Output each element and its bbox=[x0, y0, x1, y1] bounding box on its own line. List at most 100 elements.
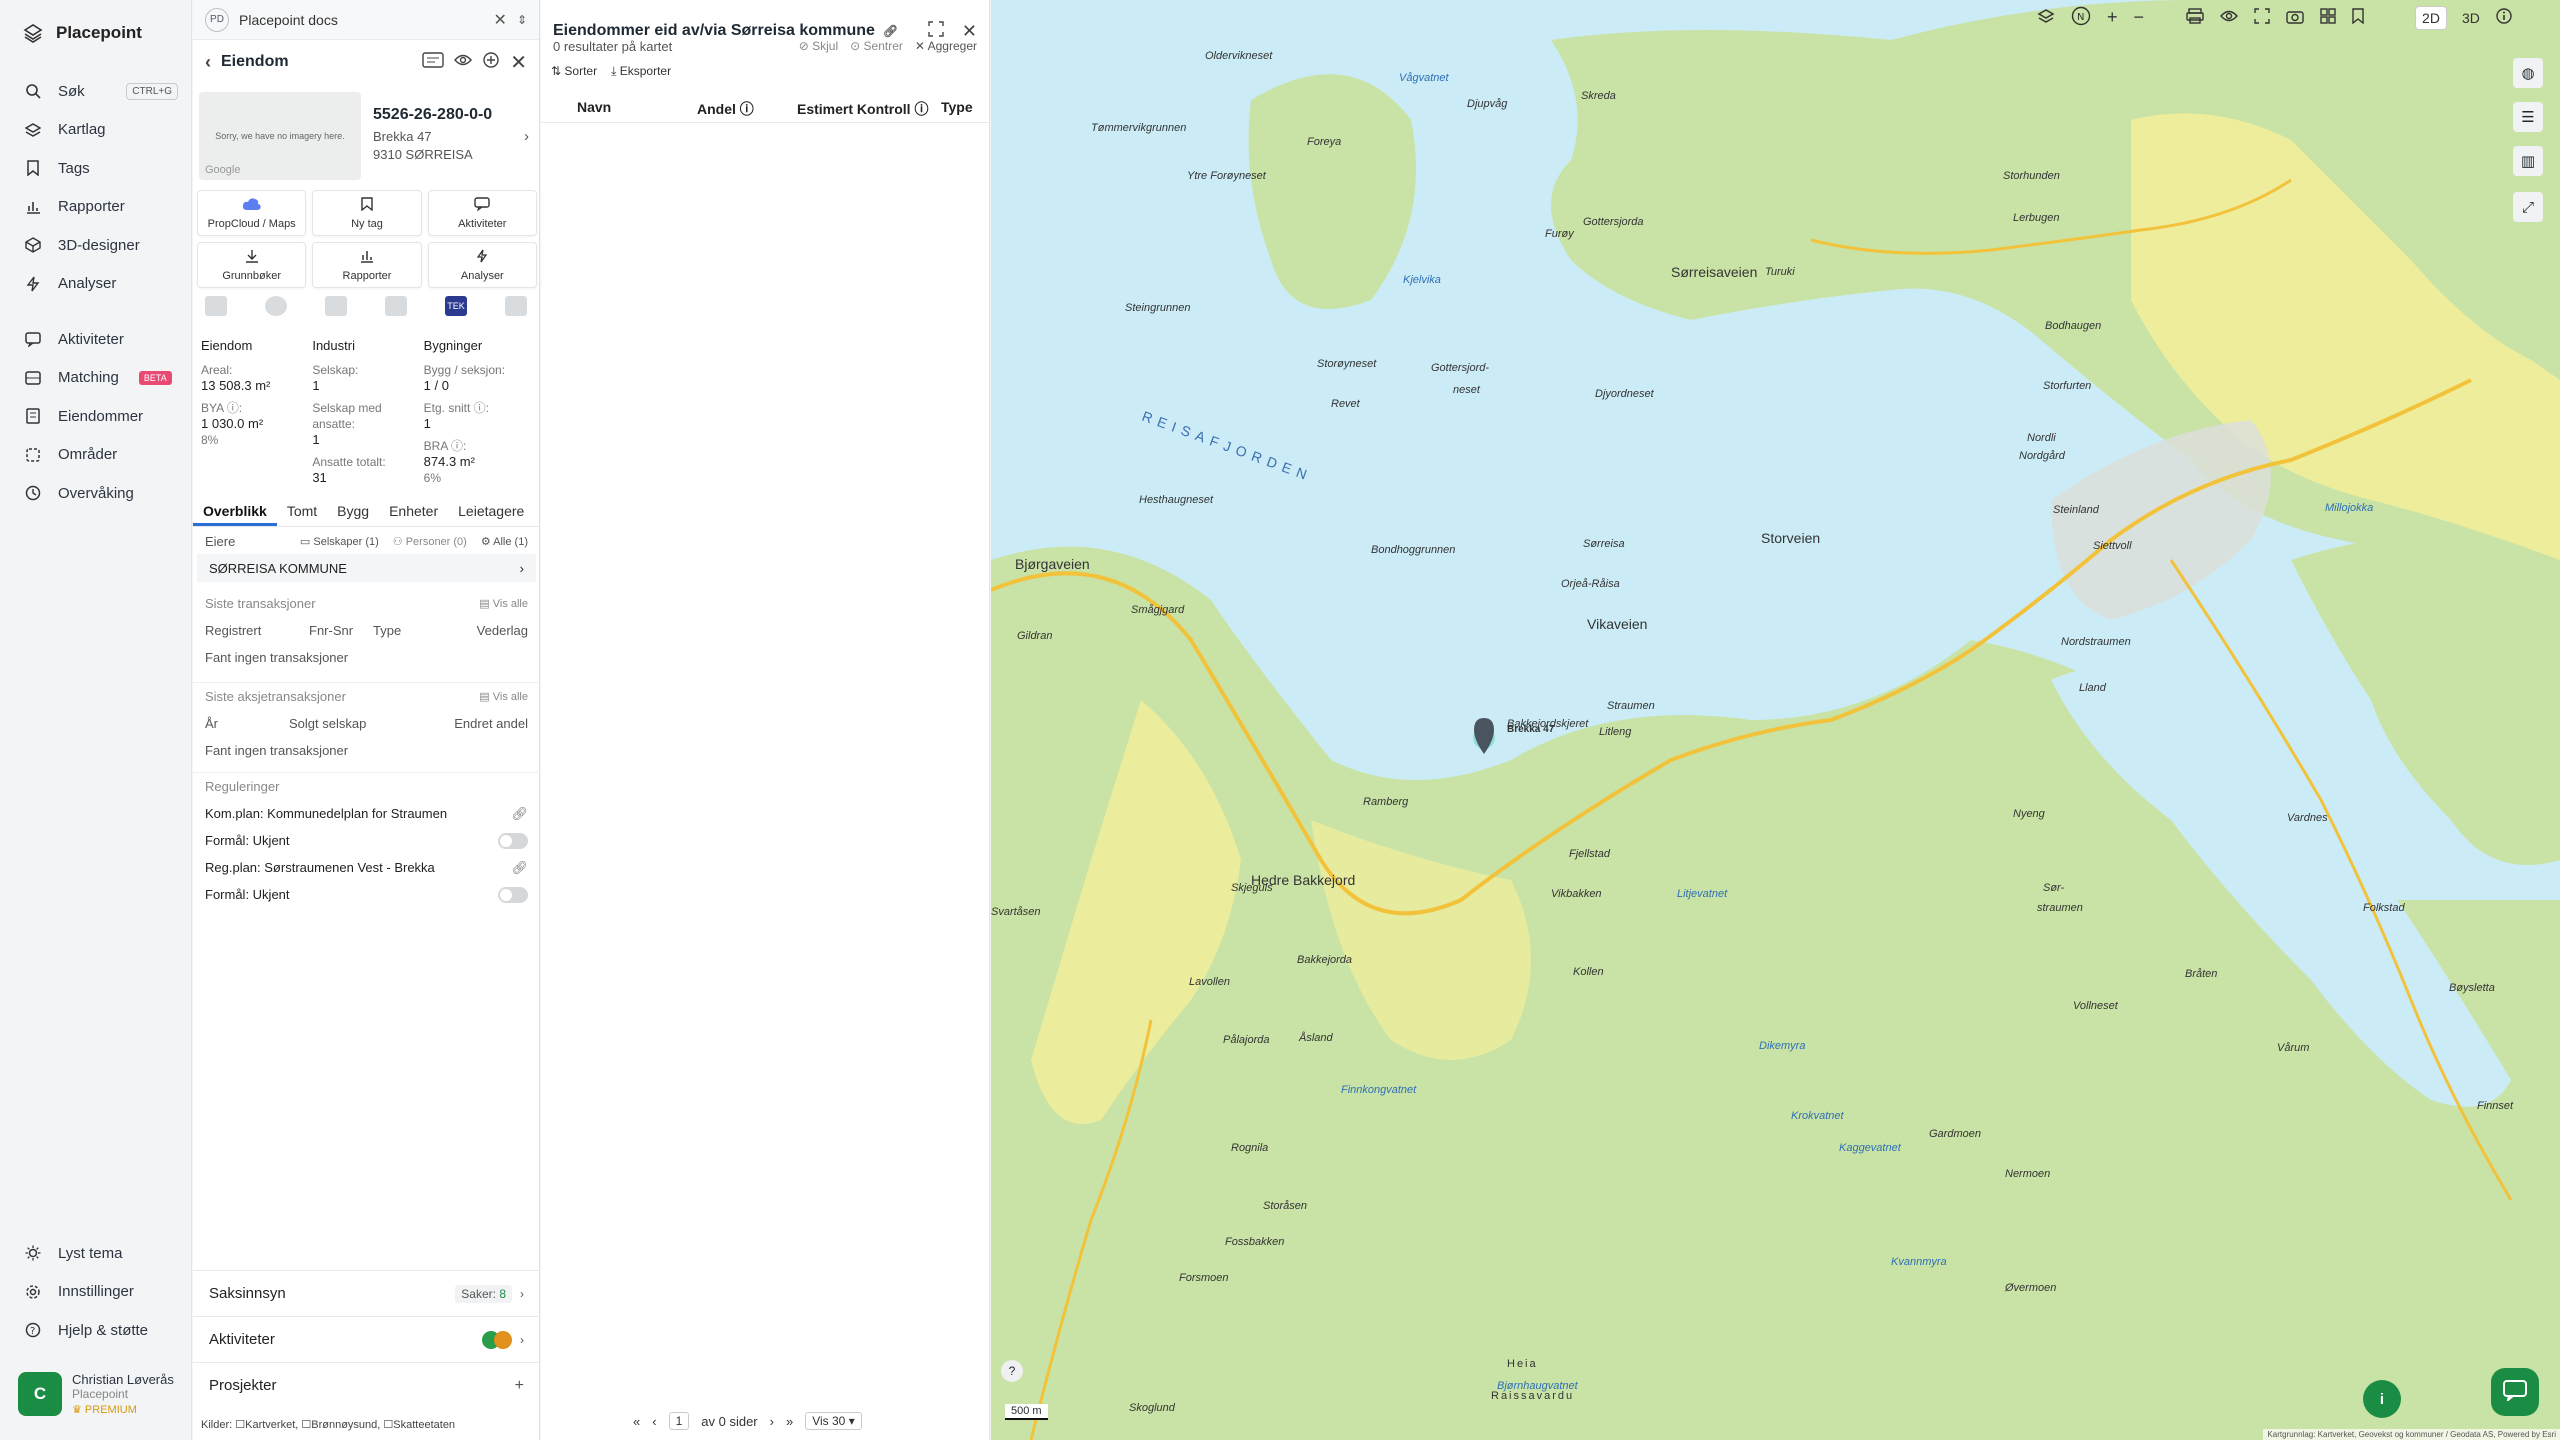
eye-icon[interactable] bbox=[2220, 9, 2238, 26]
add-icon[interactable]: + bbox=[515, 1377, 524, 1395]
map-side-button-globe[interactable]: ◍ bbox=[2513, 58, 2543, 88]
link-icon[interactable]: 🔗︎ bbox=[883, 24, 898, 38]
export-button[interactable]: ⤓ Eksporter bbox=[611, 64, 671, 79]
source-link[interactable]: ☐Kartverket, bbox=[235, 1419, 298, 1431]
grunnboker-button[interactable]: Grunnbøker bbox=[197, 242, 307, 288]
map-side-button-measure[interactable]: ⤢ bbox=[2513, 192, 2543, 222]
link-icon[interactable]: 🔗︎ bbox=[511, 806, 528, 822]
nav-item-aktiviteter[interactable]: Aktiviteter bbox=[0, 320, 192, 359]
workspace-bar[interactable]: PD Placepoint docs ✕ ⇕ bbox=[193, 0, 539, 40]
analyses-button[interactable]: Analyser bbox=[427, 242, 537, 288]
info-fab[interactable]: i bbox=[2363, 1380, 2401, 1418]
tab-leietagere[interactable]: Leietagere bbox=[448, 497, 534, 526]
filter-all[interactable]: ⚙ Alle (1) bbox=[481, 535, 528, 548]
page-input[interactable]: 1 bbox=[668, 1412, 690, 1430]
owner-row[interactable]: SØRREISA KOMMUNE › bbox=[197, 554, 536, 582]
chevron-right-icon[interactable]: › bbox=[524, 128, 529, 145]
map-help-icon[interactable]: ? bbox=[1001, 1360, 1023, 1382]
fullscreen-icon[interactable] bbox=[2254, 8, 2270, 27]
nav-item-omrader[interactable]: Områder bbox=[0, 436, 192, 475]
activities-button[interactable]: Aktiviteter bbox=[427, 190, 537, 236]
regulation-row[interactable]: Kom.plan: Kommunedelplan for Straumen 🔗︎ bbox=[193, 800, 540, 827]
hide-button[interactable]: ⊘ Skjul bbox=[799, 39, 838, 53]
camera-icon[interactable] bbox=[2286, 8, 2304, 27]
property-summary-card[interactable]: Sorry, we have no imagery here. Google 55… bbox=[199, 92, 533, 182]
mode-3d-button[interactable]: 3D bbox=[2462, 10, 2480, 26]
mode-2d-button[interactable]: 2D bbox=[2416, 6, 2446, 29]
source-icon[interactable] bbox=[265, 296, 287, 316]
aktiviteter-row[interactable]: Aktiviteter › bbox=[193, 1316, 540, 1362]
nav-item-eiendommer[interactable]: Eiendommer bbox=[0, 397, 192, 436]
col-header-navn[interactable]: Navn bbox=[577, 99, 697, 122]
aggregate-button[interactable]: ✕ Aggreger bbox=[915, 39, 977, 53]
center-button[interactable]: ⊙ Sentrer bbox=[850, 39, 903, 53]
user-profile[interactable]: C Christian Løverås Placepoint ♛ PREMIUM bbox=[18, 1372, 174, 1416]
nav-item-3d-designer[interactable]: 3D-designer bbox=[0, 226, 192, 265]
source-icon[interactable] bbox=[205, 296, 227, 316]
col-header-kontroll[interactable]: Estimert Kontroll ⓘ bbox=[797, 99, 928, 122]
nav-item-sok[interactable]: Søk CTRL+G bbox=[0, 72, 192, 111]
first-page-icon[interactable]: « bbox=[633, 1414, 640, 1429]
source-link[interactable]: ☐Skatteetaten bbox=[383, 1419, 455, 1431]
nav-item-lyst-tema[interactable]: Lyst tema bbox=[0, 1234, 192, 1273]
show-all-link[interactable]: ▤ Vis alle bbox=[479, 690, 528, 703]
nav-item-matching[interactable]: Matching BETA bbox=[0, 359, 192, 398]
tab-bygg[interactable]: Bygg bbox=[327, 497, 379, 526]
nav-item-hjelp[interactable]: ? Hjelp & støtte bbox=[0, 1311, 192, 1350]
nav-item-overvaking[interactable]: Overvåking bbox=[0, 474, 192, 513]
propcloud-button[interactable]: PropCloud / Maps bbox=[197, 190, 307, 236]
sort-button[interactable]: ⇅ Sorter bbox=[551, 64, 597, 79]
close-icon[interactable]: ✕ bbox=[494, 10, 507, 30]
tab-tomt[interactable]: Tomt bbox=[277, 497, 327, 526]
saksinnsyn-row[interactable]: Saksinnsyn Saker: 8 › bbox=[193, 1270, 540, 1316]
nav-item-innstillinger[interactable]: Innstillinger bbox=[0, 1273, 192, 1312]
map-side-button-layers[interactable]: ☰ bbox=[2513, 102, 2543, 132]
filter-companies[interactable]: ▭ Selskaper (1) bbox=[300, 535, 379, 548]
compass-icon[interactable]: N bbox=[2071, 6, 2091, 29]
prosjekter-row[interactable]: Prosjekter + bbox=[193, 1362, 540, 1408]
new-tag-button[interactable]: Ny tag bbox=[312, 190, 422, 236]
regulation-row[interactable]: Reg.plan: Sørstraumenen Vest - Brekka 🔗︎ bbox=[193, 854, 540, 881]
add-circle-icon[interactable] bbox=[482, 51, 500, 74]
last-page-icon[interactable]: » bbox=[786, 1414, 793, 1429]
tab-enheter[interactable]: Enheter bbox=[379, 497, 448, 526]
source-icon[interactable] bbox=[325, 296, 347, 316]
close-panel-icon[interactable]: ✕ bbox=[510, 50, 527, 75]
page-size-select[interactable]: Vis 30 ▾ bbox=[805, 1412, 862, 1430]
nav-item-kartlag[interactable]: Kartlag bbox=[0, 111, 192, 150]
print-icon[interactable] bbox=[2186, 7, 2204, 28]
prev-page-icon[interactable]: ‹ bbox=[652, 1414, 656, 1429]
show-all-link[interactable]: ▤ Vis alle bbox=[479, 597, 528, 610]
tek-badge[interactable]: TEK bbox=[445, 296, 467, 316]
source-link[interactable]: ☐Brønnøysund, bbox=[301, 1419, 380, 1431]
tab-overblikk[interactable]: Overblikk bbox=[193, 497, 277, 526]
eye-icon[interactable] bbox=[454, 53, 473, 72]
link-icon[interactable]: 🔗︎ bbox=[511, 860, 528, 876]
grid-layout-icon[interactable] bbox=[2320, 8, 2336, 27]
filter-persons[interactable]: ⚇ Personer (0) bbox=[393, 535, 467, 548]
zoom-in-icon[interactable]: + bbox=[2107, 7, 2118, 28]
nav-item-rapporter[interactable]: Rapporter bbox=[0, 188, 192, 227]
brand[interactable]: Placepoint bbox=[22, 22, 142, 44]
nav-item-tags[interactable]: Tags bbox=[0, 149, 192, 188]
chevron-updown-icon[interactable]: ⇕ bbox=[517, 13, 527, 27]
nav-item-analyser[interactable]: Analyser bbox=[0, 265, 192, 304]
map-view[interactable]: REISAFJORDEN Oldervikneset Vågvatnet Dju… bbox=[991, 0, 2560, 1440]
map-canvas[interactable]: REISAFJORDEN bbox=[991, 0, 2560, 1440]
zoom-out-icon[interactable]: − bbox=[2134, 7, 2145, 28]
regulation-toggle[interactable] bbox=[498, 886, 528, 903]
col-header-type[interactable]: Type bbox=[897, 99, 973, 122]
home-icon[interactable] bbox=[505, 296, 527, 316]
back-icon[interactable]: ‹ bbox=[205, 52, 211, 73]
id-card-icon[interactable] bbox=[422, 51, 444, 73]
reports-button[interactable]: Rapporter bbox=[312, 242, 422, 288]
regulation-toggle[interactable] bbox=[498, 832, 528, 849]
bookmark-icon[interactable] bbox=[2352, 8, 2364, 27]
col-header-andel[interactable]: Andel ⓘ bbox=[697, 99, 797, 122]
next-page-icon[interactable]: › bbox=[770, 1414, 774, 1429]
layers-stack-icon[interactable] bbox=[2037, 7, 2055, 28]
signal-icon[interactable] bbox=[385, 296, 407, 316]
info-icon[interactable] bbox=[2496, 8, 2512, 27]
chat-fab[interactable] bbox=[2491, 1368, 2539, 1416]
map-side-button-chart[interactable]: ▥ bbox=[2513, 146, 2543, 176]
